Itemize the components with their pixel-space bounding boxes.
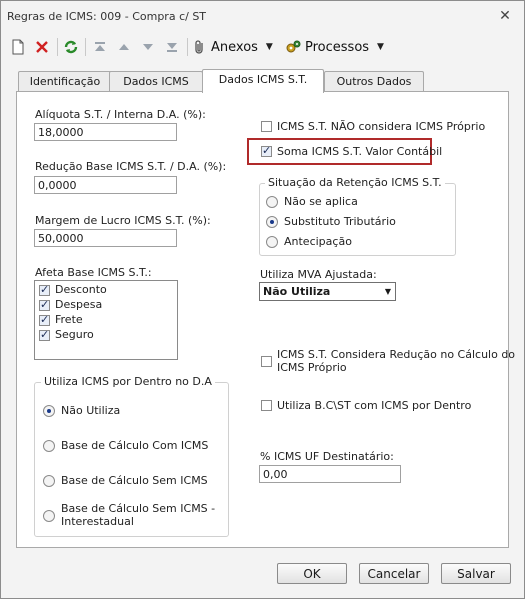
reducao-field[interactable]: 0,0000	[34, 176, 177, 194]
paperclip-icon	[195, 40, 203, 54]
desconto-checkbox[interactable]	[39, 283, 50, 296]
toolbar-separator	[85, 38, 86, 56]
icms-por-dentro-title: Utiliza ICMS por Dentro no D.A	[41, 375, 215, 388]
toolbar-separator	[57, 38, 58, 56]
nao-se-aplica-radio[interactable]	[266, 196, 278, 208]
margem-label: Margem de Lucro ICMS S.T. (%):	[35, 214, 211, 227]
chevron-down-icon: ▼	[384, 287, 391, 296]
bc-st-icms-dentro-checkbox[interactable]	[261, 400, 272, 411]
tab-identificacao[interactable]: Identificação	[18, 71, 112, 92]
delete-icon[interactable]	[35, 34, 49, 60]
soma-valor-contabil-checkbox[interactable]	[261, 144, 272, 157]
afeta-base-list: Desconto Despesa Frete Seguro	[34, 280, 178, 360]
mva-ajustada-label: Utiliza MVA Ajustada:	[260, 268, 377, 281]
aliquota-field[interactable]: 18,0000	[34, 123, 177, 141]
frete-label: Frete	[55, 313, 83, 326]
title-bar: Regras de ICMS: 009 - Compra c/ ST ✕	[1, 1, 524, 31]
desconto-label: Desconto	[55, 283, 107, 296]
nao-considera-icms-proprio-checkbox[interactable]	[261, 121, 272, 132]
previous-record-icon[interactable]	[117, 34, 131, 60]
nao-considera-icms-proprio-label: ICMS S.T. NÃO considera ICMS Próprio	[277, 120, 486, 133]
mva-ajustada-dropdown[interactable]: Não Utiliza ▼	[259, 282, 396, 301]
despesa-label: Despesa	[55, 298, 103, 311]
despesa-checkbox[interactable]	[39, 298, 50, 311]
substituto-tributario-label: Substituto Tributário	[284, 215, 396, 228]
mva-ajustada-value: Não Utiliza	[263, 285, 331, 298]
considera-reducao-checkbox[interactable]	[261, 356, 272, 367]
nao-utiliza-label: Não Utiliza	[61, 404, 121, 417]
base-sem-icms-radio[interactable]	[43, 475, 55, 487]
seguro-checkbox[interactable]	[39, 328, 50, 341]
window-title: Regras de ICMS: 009 - Compra c/ ST	[7, 10, 207, 23]
antecipacao-radio[interactable]	[266, 236, 278, 248]
icms-uf-destinatario-label: % ICMS UF Destinatário:	[260, 450, 394, 463]
considera-reducao-label-line2: ICMS Próprio	[277, 361, 347, 374]
icms-uf-destinatario-field[interactable]: 0,00	[259, 465, 401, 483]
base-com-icms-label: Base de Cálculo Com ICMS	[61, 439, 209, 452]
icms-por-dentro-group: Utiliza ICMS por Dentro no D.A Não Utili…	[34, 375, 229, 537]
nao-utiliza-radio[interactable]	[43, 405, 55, 417]
tab-dados-icms-st[interactable]: Dados ICMS S.T.	[202, 69, 324, 93]
frete-checkbox[interactable]	[39, 313, 50, 326]
base-sem-icms-interestadual-radio[interactable]	[43, 510, 55, 522]
tab-panel: Alíquota S.T. / Interna D.A. (%): 18,000…	[16, 91, 515, 548]
processos-menu-button[interactable]: Processos ▼	[285, 34, 384, 60]
anexos-label: Anexos	[211, 39, 258, 55]
considera-reducao-label-line1: ICMS S.T. Considera Redução no Cálculo d…	[277, 348, 516, 361]
gears-icon	[286, 40, 301, 53]
base-com-icms-radio[interactable]	[43, 440, 55, 452]
antecipacao-label: Antecipação	[284, 235, 352, 248]
next-record-icon[interactable]	[141, 34, 155, 60]
seguro-label: Seguro	[55, 328, 94, 341]
afeta-base-label: Afeta Base ICMS S.T.:	[35, 266, 152, 279]
aliquota-label: Alíquota S.T. / Interna D.A. (%):	[35, 108, 206, 121]
tab-dados-icms[interactable]: Dados ICMS	[109, 71, 203, 92]
chevron-down-icon: ▼	[377, 42, 384, 52]
save-button[interactable]: Salvar	[441, 563, 511, 584]
chevron-down-icon: ▼	[265, 42, 273, 52]
first-record-icon[interactable]	[93, 34, 107, 60]
processos-label: Processos	[305, 39, 370, 55]
anexos-menu-button[interactable]: Anexos ▼	[193, 34, 273, 60]
base-sem-icms-label: Base de Cálculo Sem ICMS	[61, 474, 208, 487]
soma-valor-contabil-label: Soma ICMS S.T. Valor Contábil	[277, 145, 443, 158]
situacao-retencao-group: Situação da Retenção ICMS S.T. Não se ap…	[259, 176, 456, 256]
dialog-window: Regras de ICMS: 009 - Compra c/ ST ✕ Ane…	[0, 0, 525, 599]
substituto-tributario-radio[interactable]	[266, 216, 278, 228]
toolbar-separator	[187, 38, 188, 56]
refresh-icon[interactable]	[63, 34, 79, 60]
situacao-retencao-title: Situação da Retenção ICMS S.T.	[265, 176, 445, 189]
toolbar: Anexos ▼ Processos ▼	[5, 34, 520, 62]
cancel-button[interactable]: Cancelar	[359, 563, 429, 584]
new-document-icon[interactable]	[11, 34, 25, 60]
ok-button[interactable]: OK	[277, 563, 347, 584]
bc-st-icms-dentro-label: Utiliza B.C\ST com ICMS por Dentro	[277, 399, 472, 412]
tab-outros-dados[interactable]: Outros Dados	[324, 71, 424, 92]
close-icon[interactable]: ✕	[497, 8, 513, 24]
base-sem-icms-interestadual-label-line1: Base de Cálculo Sem ICMS -	[61, 502, 216, 515]
base-sem-icms-interestadual-label-line2: Interestadual	[61, 515, 134, 528]
margem-field[interactable]: 50,0000	[34, 229, 177, 247]
nao-se-aplica-label: Não se aplica	[284, 195, 358, 208]
reducao-label: Redução Base ICMS S.T. / D.A. (%):	[35, 160, 227, 173]
last-record-icon[interactable]	[165, 34, 179, 60]
